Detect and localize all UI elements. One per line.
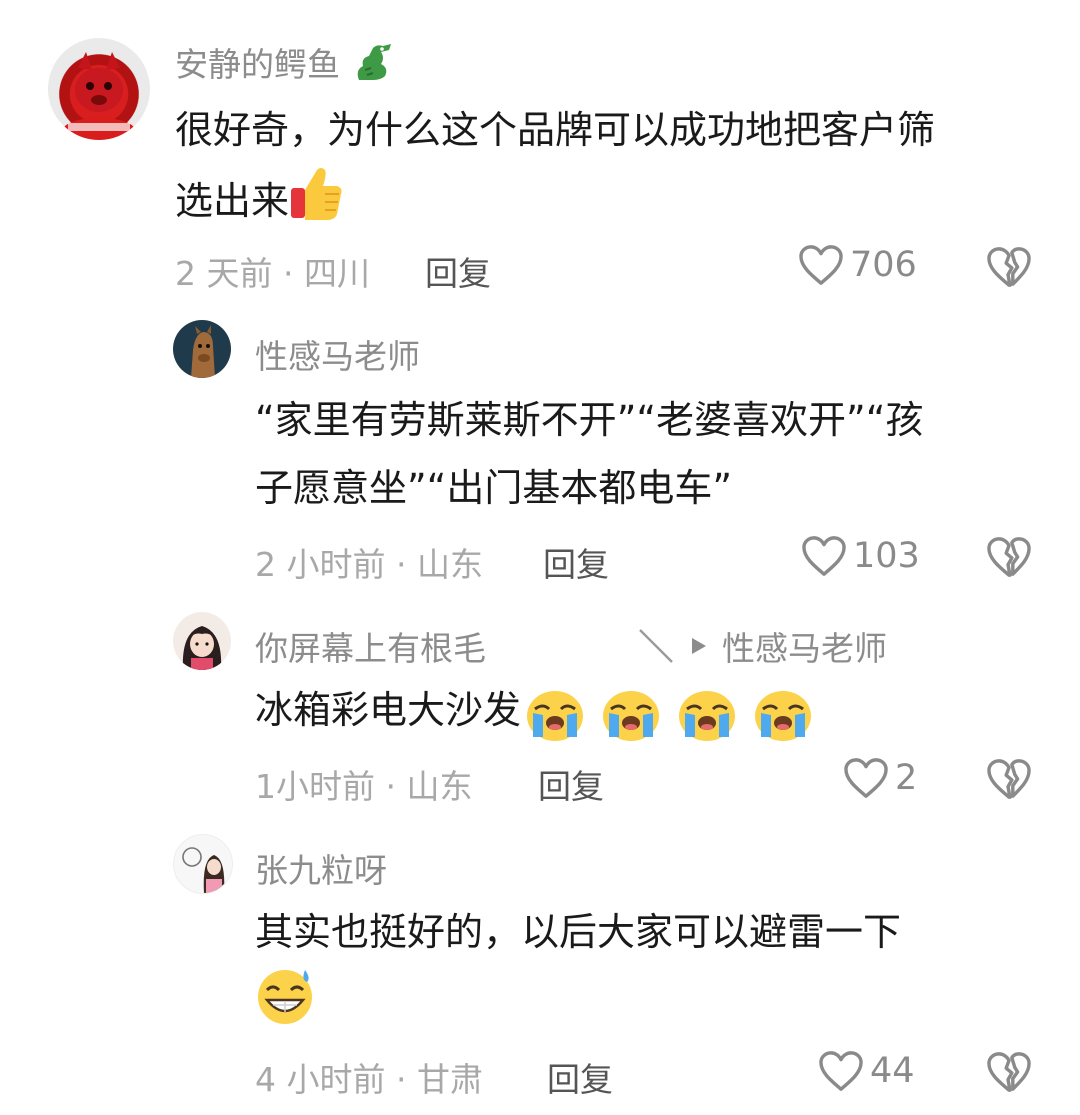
like-button[interactable]: 2	[843, 757, 917, 799]
broken-heart-icon	[986, 536, 1032, 578]
play-arrow-icon	[692, 638, 706, 654]
thumbs-up-icon	[289, 164, 345, 243]
reply-slash-icon	[639, 629, 673, 663]
heart-icon	[801, 535, 847, 577]
username[interactable]: 你屏幕上有根毛	[255, 622, 486, 670]
comment-text-line: 冰箱彩电大沙发	[255, 688, 522, 732]
username[interactable]: 张九粒呀	[255, 844, 387, 892]
heart-icon	[843, 757, 889, 799]
reply-button[interactable]: 回复	[538, 760, 604, 808]
broken-heart-icon	[986, 758, 1032, 800]
broken-heart-icon	[986, 1051, 1032, 1093]
girl-avatar-image	[182, 626, 222, 670]
dislike-button[interactable]	[986, 1051, 1032, 1097]
comment-meta: 1小时前 · 山东	[255, 767, 473, 806]
reply-button[interactable]: 回复	[425, 247, 491, 295]
comment-text-line: “家里有劳斯莱斯不开”“老婆喜欢开”“孩	[255, 398, 924, 442]
comment-text-line: 选出来	[175, 179, 290, 223]
avatar[interactable]	[48, 38, 150, 140]
red-bulldog-figure	[63, 52, 135, 140]
crying-face-icon	[525, 679, 813, 747]
heart-icon	[798, 244, 844, 286]
dislike-button[interactable]	[986, 246, 1032, 292]
avatar[interactable]	[173, 612, 231, 670]
comment-text-line: 很好奇，为什么这个品牌可以成功地把客户筛	[175, 108, 936, 152]
comment-meta: 4 小时前 · 甘肃	[255, 1060, 483, 1099]
username[interactable]: 性感马老师	[255, 330, 420, 378]
like-count: 44	[870, 1051, 915, 1091]
dislike-button[interactable]	[986, 758, 1032, 804]
reply-button[interactable]: 回复	[543, 538, 609, 586]
avatar[interactable]	[173, 834, 233, 894]
username[interactable]: 安静的鳄鱼	[175, 45, 340, 84]
like-button[interactable]: 44	[818, 1050, 915, 1092]
comment-text-line: 子愿意坐”“出门基本都电车”	[255, 466, 733, 510]
like-button[interactable]: 706	[798, 244, 917, 286]
comment-text-line: 其实也挺好的，以后大家可以避雷一下	[255, 910, 902, 954]
like-count: 2	[895, 758, 918, 798]
horse-avatar-image	[191, 325, 215, 378]
comment-meta: 2 天前 · 四川	[175, 254, 370, 293]
heart-icon	[818, 1050, 864, 1092]
broken-heart-icon	[986, 246, 1032, 288]
reply-button[interactable]: 回复	[547, 1053, 613, 1101]
comment-meta: 2 小时前 · 山东	[255, 545, 483, 584]
reply-to-username[interactable]: 性感马老师	[722, 622, 887, 670]
grinning-sweat-icon	[255, 966, 315, 1047]
dislike-button[interactable]	[986, 536, 1032, 582]
crocodile-icon	[351, 40, 397, 94]
avatar[interactable]	[173, 320, 231, 378]
like-button[interactable]: 103	[801, 535, 920, 577]
like-count: 103	[853, 536, 920, 576]
cartoon-girl-avatar-image	[182, 847, 225, 893]
like-count: 706	[850, 245, 917, 285]
